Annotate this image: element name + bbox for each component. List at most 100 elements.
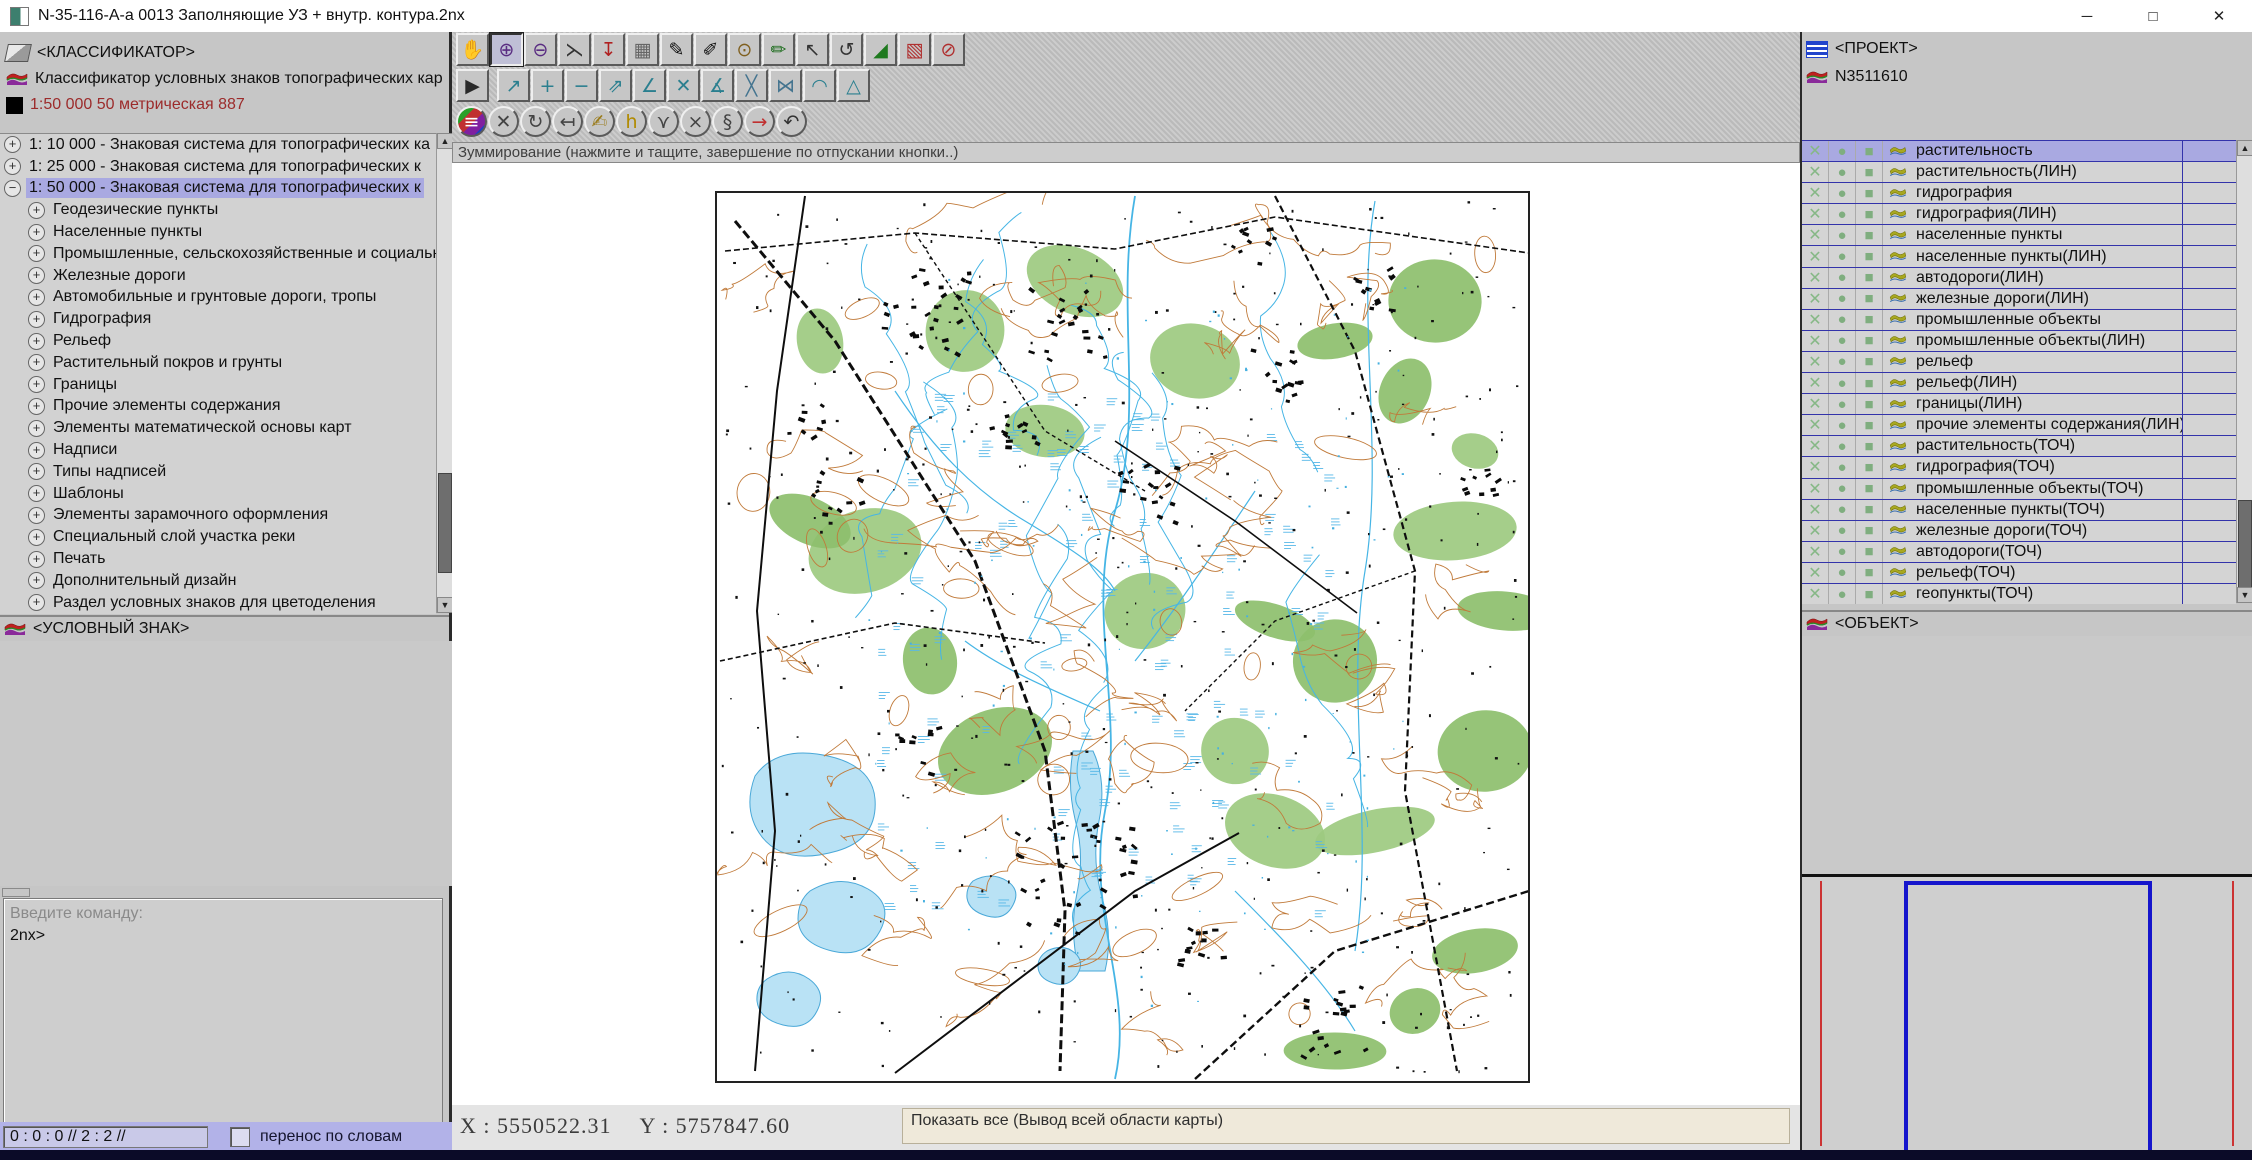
tree-item[interactable]: +Автомобильные и грунтовые дороги, тропы	[0, 287, 436, 309]
close-button[interactable]: ✕	[2186, 0, 2252, 32]
layer-toggle-delete[interactable]: ✕	[1802, 162, 1829, 182]
layer-toggle-delete[interactable]: ✕	[1802, 521, 1829, 541]
map-viewport[interactable]	[452, 163, 1800, 1105]
layer-toggle-delete[interactable]: ✕	[1802, 141, 1829, 161]
layer-toggle-edit[interactable]: ■	[1856, 394, 1883, 414]
tree-item[interactable]: +Типы надписей	[0, 461, 436, 483]
tree-item[interactable]: +1: 10 000 - Знаковая система для топогр…	[0, 134, 436, 156]
layer-toggle-view[interactable]: ●	[1829, 331, 1856, 351]
scroll-up-icon[interactable]: ▲	[2237, 140, 2252, 156]
run-button[interactable]: ▶	[456, 69, 489, 102]
pan-tool[interactable]: ✋	[456, 33, 489, 66]
layer-toggle-edit[interactable]: ■	[1856, 289, 1883, 309]
delete-point-tool[interactable]: −	[565, 69, 598, 102]
layer-scrollbar[interactable]: ▲ ▼	[2236, 140, 2252, 603]
expand-icon[interactable]: +	[28, 420, 45, 437]
stat-tool[interactable]: §	[712, 106, 743, 137]
perpendicular-tool[interactable]: ∡	[701, 69, 734, 102]
add-point-tool[interactable]: +	[531, 69, 564, 102]
layer-toggle-delete[interactable]: ✕	[1802, 331, 1829, 351]
rubber-line-tool[interactable]: ↗	[497, 69, 530, 102]
expand-icon[interactable]: +	[4, 136, 21, 153]
angle-tool[interactable]: ∠	[633, 69, 666, 102]
layer-toggle-edit[interactable]: ■	[1856, 331, 1883, 351]
layer-toggle-edit[interactable]: ■	[1856, 204, 1883, 224]
layer-toggle-delete[interactable]: ✕	[1802, 352, 1829, 372]
cut-lines-tool[interactable]: ╳	[735, 69, 768, 102]
h-text-tool[interactable]: h	[616, 106, 647, 137]
layer-toggle-view[interactable]: ●	[1829, 373, 1856, 393]
layer-toggle-view[interactable]: ●	[1829, 500, 1856, 520]
layer-toggle-delete[interactable]: ✕	[1802, 500, 1829, 520]
layer-row[interactable]: ✕●■прочие элементы содержания(ЛИН)	[1802, 415, 2236, 436]
layer-toggle-edit[interactable]: ■	[1856, 500, 1883, 520]
layer-toggle-delete[interactable]: ✕	[1802, 563, 1829, 583]
tree-item[interactable]: −1: 50 000 - Знаковая система для топогр…	[0, 178, 436, 200]
layer-row[interactable]: ✕●■железные дороги(ЛИН)	[1802, 289, 2236, 310]
tree-item[interactable]: +Элементы зарамочного оформления	[0, 505, 436, 527]
cross-lines-tool[interactable]: ✕	[667, 69, 700, 102]
layer-row[interactable]: ✕●■железные дороги(ТОЧ)	[1802, 521, 2236, 542]
no-draw-tool[interactable]: ⊘	[932, 33, 965, 66]
layer-row[interactable]: ✕●■растительность(ТОЧ)	[1802, 436, 2236, 457]
layer-row[interactable]: ✕●■промышленные объекты(ЛИН)	[1802, 331, 2236, 352]
import-tool[interactable]: ↧	[592, 33, 625, 66]
draw-tool[interactable]: ✎	[660, 33, 693, 66]
layer-toggle-delete[interactable]: ✕	[1802, 436, 1829, 456]
layer-row[interactable]: ✕●■населенные пункты	[1802, 225, 2236, 246]
layer-toggle-edit[interactable]: ■	[1856, 310, 1883, 330]
layer-row[interactable]: ✕●■автодороги(ТОЧ)	[1802, 542, 2236, 563]
frame-select-tool[interactable]: ▧	[898, 33, 931, 66]
layer-toggle-view[interactable]: ●	[1829, 246, 1856, 266]
tree-item[interactable]: +Железные дороги	[0, 265, 436, 287]
expand-icon[interactable]: +	[28, 507, 45, 524]
layer-toggle-delete[interactable]: ✕	[1802, 310, 1829, 330]
scroll-up-icon[interactable]: ▲	[437, 133, 453, 149]
map-canvas[interactable]	[715, 191, 1530, 1083]
layer-row[interactable]: ✕●■автодороги(ЛИН)	[1802, 268, 2236, 289]
layer-toggle-delete[interactable]: ✕	[1802, 225, 1829, 245]
expand-icon[interactable]: +	[28, 529, 45, 546]
expand-icon[interactable]: +	[28, 267, 45, 284]
wordwrap-checkbox[interactable]	[230, 1127, 250, 1147]
splitter-handle[interactable]	[2, 888, 30, 897]
expand-icon[interactable]: +	[4, 158, 21, 175]
tree-item[interactable]: +Прочие элементы содержания	[0, 396, 436, 418]
rotate-frame-tool[interactable]: ↻	[520, 106, 551, 137]
expand-icon[interactable]: +	[28, 485, 45, 502]
expand-icon[interactable]: +	[28, 202, 45, 219]
vector-tool[interactable]: ⇗	[599, 69, 632, 102]
layer-toggle-view[interactable]: ●	[1829, 225, 1856, 245]
tree-item[interactable]: +Населенные пункты	[0, 221, 436, 243]
layer-toggle-view[interactable]: ●	[1829, 584, 1856, 604]
tree-item[interactable]: +Печать	[0, 548, 436, 570]
layer-toggle-delete[interactable]: ✕	[1802, 289, 1829, 309]
layer-toggle-edit[interactable]: ■	[1856, 563, 1883, 583]
layer-toggle-delete[interactable]: ✕	[1802, 584, 1829, 604]
expand-icon[interactable]: +	[28, 398, 45, 415]
map-overview[interactable]	[1802, 874, 2252, 1150]
layer-toggle-edit[interactable]: ■	[1856, 373, 1883, 393]
layer-row[interactable]: ✕●■геопункты(ТОЧ)	[1802, 584, 2236, 604]
triangle-arc-tool[interactable]: △	[837, 69, 870, 102]
layer-toggle-view[interactable]: ●	[1829, 563, 1856, 583]
tree-scrollbar[interactable]: ▲ ▼	[436, 133, 453, 613]
layer-toggle-view[interactable]: ●	[1829, 436, 1856, 456]
layer-toggle-edit[interactable]: ■	[1856, 141, 1883, 161]
layer-toggle-delete[interactable]: ✕	[1802, 479, 1829, 499]
maximize-button[interactable]: □	[2120, 0, 2186, 32]
layer-toggle-view[interactable]: ●	[1829, 289, 1856, 309]
expand-icon[interactable]: +	[28, 245, 45, 262]
layer-toggle-edit[interactable]: ■	[1856, 352, 1883, 372]
layer-toggle-delete[interactable]: ✕	[1802, 204, 1829, 224]
layer-row[interactable]: ✕●■промышленные объекты	[1802, 310, 2236, 331]
expand-icon[interactable]: +	[28, 551, 45, 568]
area-tool[interactable]: ◢	[864, 33, 897, 66]
expand-icon[interactable]: +	[28, 572, 45, 589]
x-node-tool[interactable]: ×	[680, 106, 711, 137]
expand-icon[interactable]: +	[28, 333, 45, 350]
layer-row[interactable]: ✕●■границы(ЛИН)	[1802, 394, 2236, 415]
layer-toggle-edit[interactable]: ■	[1856, 521, 1883, 541]
layer-row[interactable]: ✕●■гидрография(ТОЧ)	[1802, 457, 2236, 478]
expand-icon[interactable]: +	[28, 594, 45, 611]
